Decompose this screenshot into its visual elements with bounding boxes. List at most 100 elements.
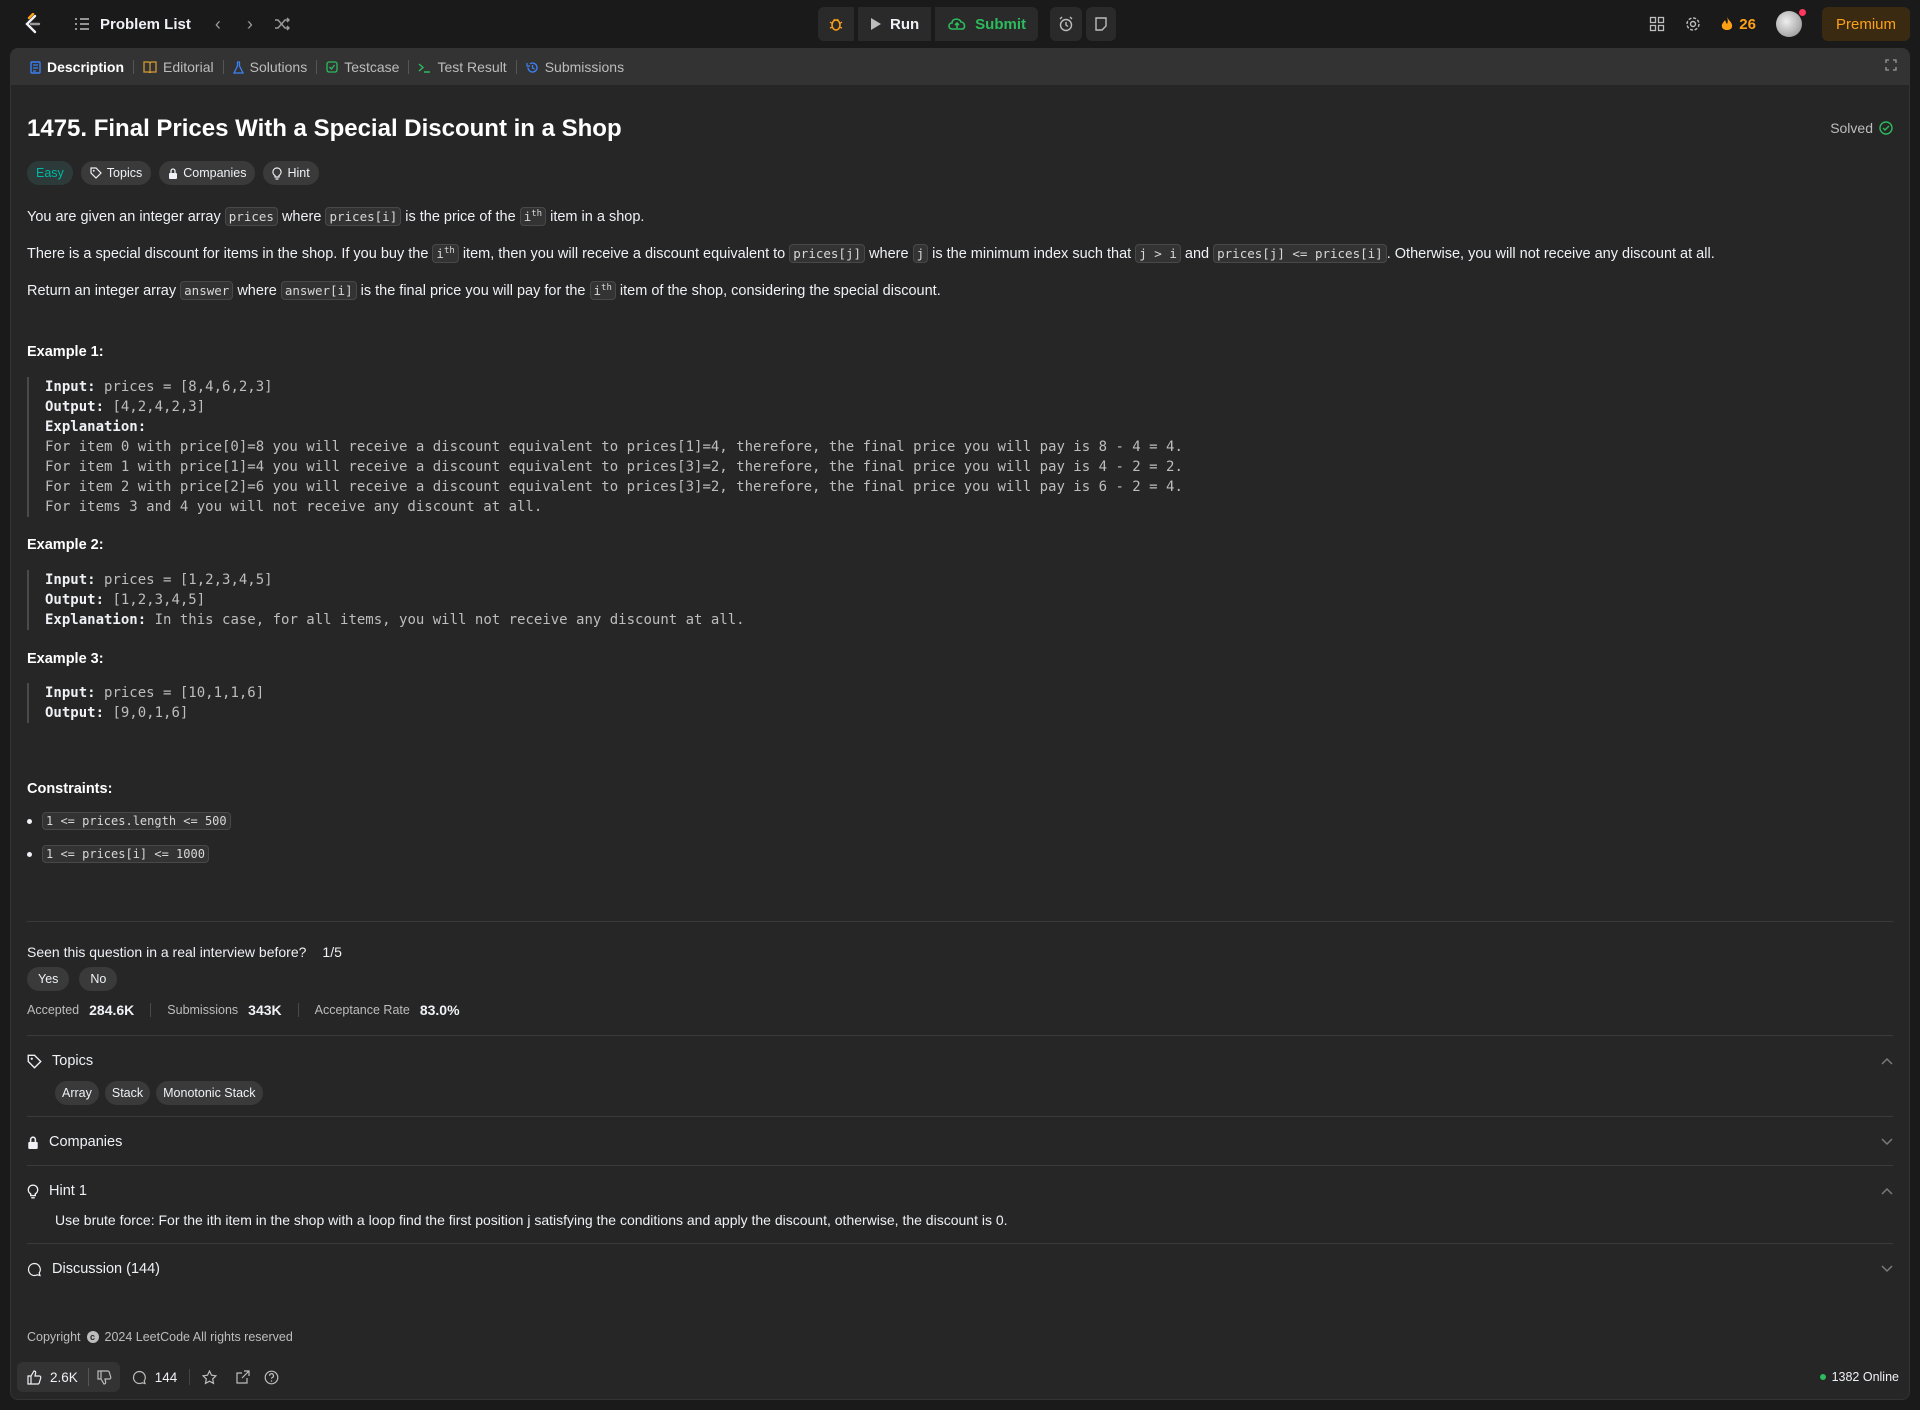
thumbs-up-icon — [27, 1369, 42, 1385]
no-button[interactable]: No — [79, 967, 118, 991]
section-label: Discussion (144) — [52, 1261, 160, 1277]
description-paragraph-1: You are given an integer array prices wh… — [27, 203, 644, 228]
tab-testcase[interactable]: Testcase — [317, 49, 408, 85]
input-value: prices = [8,4,6,2,3] — [104, 379, 273, 395]
inline-code: ith — [589, 281, 616, 301]
tab-submissions[interactable]: Submissions — [517, 49, 633, 85]
bullet — [27, 818, 32, 824]
note-icon — [1094, 17, 1108, 31]
book-icon — [143, 61, 157, 73]
hint-badge[interactable]: Hint — [263, 161, 319, 185]
question-circle-icon — [264, 1370, 279, 1385]
prev-problem-icon[interactable]: ‹ — [207, 13, 229, 35]
text: There is a special discount for items in… — [27, 246, 429, 263]
stat-value: 343K — [248, 1002, 282, 1018]
topic-tag[interactable]: Monotonic Stack — [156, 1081, 263, 1105]
expand-icon[interactable] — [1885, 59, 1897, 71]
share-button[interactable] — [229, 1369, 256, 1385]
inline-code: j > i — [1135, 244, 1181, 264]
submit-button[interactable]: Submit — [935, 7, 1039, 41]
interview-question-text: Seen this question in a real interview b… — [27, 944, 307, 960]
divider — [27, 921, 1893, 922]
star-icon — [202, 1369, 218, 1385]
copyright-text: 2024 LeetCode All rights reserved — [104, 1330, 293, 1344]
notes-button[interactable] — [1086, 7, 1117, 41]
constraint-item: 1 <= prices[i] <= 1000 — [27, 845, 209, 863]
stat-divider — [150, 1003, 152, 1017]
premium-button[interactable]: Premium — [1821, 7, 1910, 41]
streak-counter[interactable]: 26 — [1721, 16, 1756, 33]
hint-section-header[interactable]: Hint 1 — [27, 1183, 1893, 1199]
input-label: Input: — [45, 572, 96, 588]
description-paragraph-3: Return an integer array answer where ans… — [27, 277, 941, 302]
online-count-text: 1382 Online — [1831, 1370, 1899, 1384]
like-button[interactable]: 2.6K — [17, 1370, 88, 1385]
text: is the minimum index such that — [932, 246, 1132, 263]
divider — [27, 1165, 1893, 1166]
debug-button[interactable] — [818, 7, 854, 41]
problem-list-button[interactable]: Problem List — [74, 16, 191, 33]
topic-tags: Array Stack Monotonic Stack — [55, 1081, 263, 1105]
shuffle-icon[interactable] — [271, 13, 293, 35]
tab-label: Test Result — [437, 59, 507, 75]
discussion-section-header[interactable]: Discussion (144) — [27, 1261, 1893, 1277]
topic-tag[interactable]: Array — [55, 1081, 99, 1105]
tag-icon — [27, 1054, 42, 1069]
bullet — [27, 851, 32, 857]
layout-grid-icon[interactable] — [1649, 16, 1665, 32]
stat-accepted: Accepted 284.6K — [27, 1002, 150, 1018]
output-label: Output: — [45, 705, 105, 721]
text: and — [1184, 246, 1210, 263]
superscript: th — [601, 283, 612, 293]
tab-description[interactable]: Description — [21, 49, 133, 85]
topbar-left: Problem List ‹ › — [20, 10, 293, 38]
text: is the final price you will pay for the — [360, 283, 586, 300]
comments-button[interactable]: 144 — [120, 1370, 190, 1385]
vote-group: 2.6K — [17, 1362, 120, 1392]
tab-test-result[interactable]: Test Result — [409, 49, 515, 85]
code-text: i — [593, 283, 602, 299]
input-value: prices = [1,2,3,4,5] — [104, 572, 273, 588]
lightbulb-icon — [27, 1183, 39, 1199]
section-label: Companies — [49, 1134, 123, 1150]
text: where — [237, 283, 277, 300]
page-title: 1475. Final Prices With a Special Discou… — [27, 115, 622, 142]
example-input-line: Input: prices = [10,1,1,6] — [45, 683, 264, 703]
dislike-button[interactable] — [89, 1369, 120, 1385]
chevron-up-icon — [1881, 1057, 1893, 1065]
interview-question: Seen this question in a real interview b… — [27, 944, 342, 960]
help-button[interactable] — [256, 1370, 287, 1385]
gear-icon[interactable] — [1685, 16, 1701, 32]
topics-badge[interactable]: Topics — [80, 161, 152, 185]
alarm-clock-icon — [1058, 16, 1074, 32]
run-button[interactable]: Run — [858, 7, 932, 41]
stat-label: Accepted — [27, 1003, 80, 1017]
leetcode-logo-icon[interactable] — [20, 10, 44, 38]
topic-tag[interactable]: Stack — [104, 1081, 151, 1105]
text: where — [281, 209, 322, 226]
output-label: Output: — [45, 592, 105, 608]
section-label: Hint 1 — [49, 1183, 87, 1199]
superscript: th — [443, 246, 455, 256]
timer-button[interactable] — [1050, 7, 1083, 41]
stat-label: Submissions — [167, 1003, 239, 1017]
avatar[interactable] — [1775, 9, 1806, 37]
terminal-icon — [418, 62, 431, 73]
companies-section-header[interactable]: Companies — [27, 1134, 1893, 1150]
topics-section-header[interactable]: Topics — [27, 1053, 1893, 1069]
next-problem-icon[interactable]: › — [239, 13, 261, 35]
tab-solutions[interactable]: Solutions — [224, 49, 317, 85]
tab-editorial[interactable]: Editorial — [134, 49, 223, 85]
lock-icon — [27, 1135, 39, 1149]
problem-badges: Easy Topics Companies Hint — [27, 161, 319, 185]
panel-tabs: Description Editorial Solutions Testcase — [11, 49, 1909, 85]
text: item, then you will receive a discount e… — [462, 246, 786, 263]
play-icon — [870, 17, 882, 31]
companies-badge[interactable]: Companies — [159, 161, 256, 185]
yes-button[interactable]: Yes — [27, 967, 70, 991]
constraints-title: Constraints: — [27, 781, 113, 797]
tab-label: Description — [47, 59, 125, 75]
example-input-line: Input: prices = [8,4,6,2,3] — [45, 377, 1183, 397]
favorite-button[interactable] — [190, 1369, 229, 1385]
text: Return an integer array — [27, 283, 177, 300]
